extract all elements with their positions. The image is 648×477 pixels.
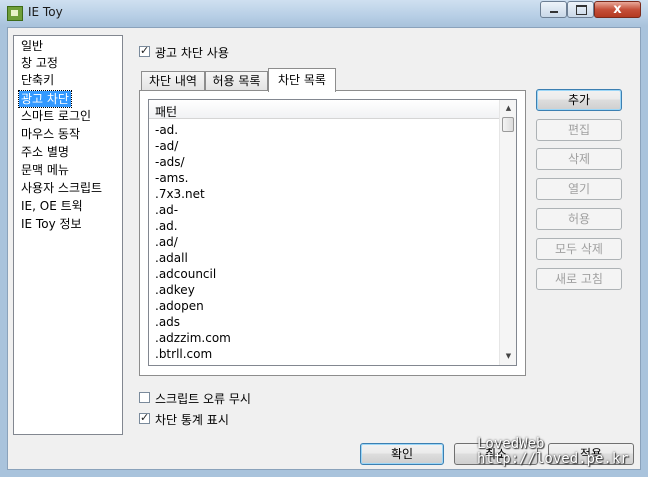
watermark: LovedWeb http://loved.pe.kr	[477, 437, 629, 467]
scroll-up-icon[interactable]: ▲	[500, 100, 516, 117]
list-item[interactable]: .ad/	[155, 234, 178, 250]
close-icon: x	[613, 2, 622, 17]
nav-item-ie-oe-tweak[interactable]: IE, OE 트윅	[19, 198, 85, 214]
nav-item-smart-login[interactable]: 스마트 로그인	[19, 108, 93, 124]
list-item[interactable]: -ad/	[155, 138, 178, 154]
ignore-script-errors-checkbox[interactable]	[139, 392, 150, 403]
delete-all-button[interactable]: 모두 삭제	[536, 238, 622, 260]
delete-button[interactable]: 삭제	[536, 148, 622, 170]
app-icon	[7, 6, 23, 21]
title-bar[interactable]: IE Toy x	[0, 0, 648, 26]
nav-item-mouse-gesture[interactable]: 마우스 동작	[19, 126, 82, 142]
ok-button[interactable]: 확인	[360, 443, 444, 465]
list-item[interactable]: .ad.	[155, 218, 178, 234]
scroll-thumb[interactable]	[502, 117, 514, 132]
tab-allow-list[interactable]: 허용 목록	[205, 71, 268, 91]
minimize-icon	[550, 11, 558, 13]
add-button[interactable]: 추가	[536, 89, 622, 111]
list-item[interactable]: .ad-	[155, 202, 178, 218]
maximize-icon	[576, 5, 587, 15]
show-block-stats-label: 차단 통계 표시	[155, 413, 229, 427]
list-item[interactable]: -ad.	[155, 122, 178, 138]
scroll-down-icon[interactable]: ▼	[500, 348, 516, 365]
maximize-button[interactable]	[567, 1, 594, 18]
adblock-enable-checkbox[interactable]	[139, 44, 150, 57]
close-button[interactable]: x	[594, 1, 641, 18]
list-item[interactable]: .adzzim.com	[155, 330, 231, 346]
nav-item-ad-block[interactable]: 광고 차단	[18, 90, 72, 108]
nav-item-general[interactable]: 일반	[19, 38, 45, 54]
nav-item-context-menu[interactable]: 문맥 메뉴	[19, 162, 71, 178]
watermark-line1: LovedWeb	[477, 436, 545, 452]
tab-block-list[interactable]: 차단 목록	[268, 68, 336, 92]
list-item[interactable]: .adkey	[155, 282, 195, 298]
nav-item-user-script[interactable]: 사용자 스크립트	[19, 180, 104, 196]
list-item[interactable]: .7x3.net	[155, 186, 205, 202]
list-item[interactable]: -ads/	[155, 154, 185, 170]
vertical-scrollbar[interactable]: ▲ ▼	[499, 100, 516, 365]
nav-item-shortcuts[interactable]: 단축키	[19, 72, 56, 88]
nav-item-about[interactable]: IE Toy 정보	[19, 216, 84, 232]
column-header-pattern: 패턴	[155, 105, 178, 119]
settings-nav-list[interactable]: 일반 창 고정 단축키 광고 차단 스마트 로그인 마우스 동작 주소 별명 문…	[13, 35, 123, 435]
pattern-list[interactable]: 패턴 -ad. -ad/ -ads/ -ams. .7x3.net .ad- .…	[148, 99, 517, 366]
tab-block-history[interactable]: 차단 내역	[141, 71, 205, 91]
nav-item-address-alias[interactable]: 주소 별명	[19, 144, 71, 160]
nav-item-window-pin[interactable]: 창 고정	[19, 55, 60, 71]
open-button[interactable]: 열기	[536, 178, 622, 200]
list-column-header[interactable]: 패턴	[149, 100, 499, 119]
adblock-enable-label: 광고 차단 사용	[155, 46, 229, 60]
refresh-button[interactable]: 새로 고침	[536, 268, 622, 290]
list-item[interactable]: .adcouncil	[155, 266, 216, 282]
list-item[interactable]: .ads	[155, 314, 180, 330]
show-block-stats-checkbox[interactable]	[139, 411, 150, 424]
edit-button[interactable]: 편집	[536, 119, 622, 141]
watermark-line2: http://loved.pe.kr	[477, 451, 629, 467]
list-item[interactable]: .adall	[155, 250, 188, 266]
window-title: IE Toy	[28, 5, 63, 19]
list-item[interactable]: -ams.	[155, 170, 188, 186]
ignore-script-errors-label: 스크립트 오류 무시	[155, 392, 251, 406]
list-item[interactable]: .adopen	[155, 298, 204, 314]
list-item[interactable]: .btrll.com	[155, 346, 212, 362]
allow-button[interactable]: 허용	[536, 208, 622, 230]
minimize-button[interactable]	[540, 1, 567, 18]
